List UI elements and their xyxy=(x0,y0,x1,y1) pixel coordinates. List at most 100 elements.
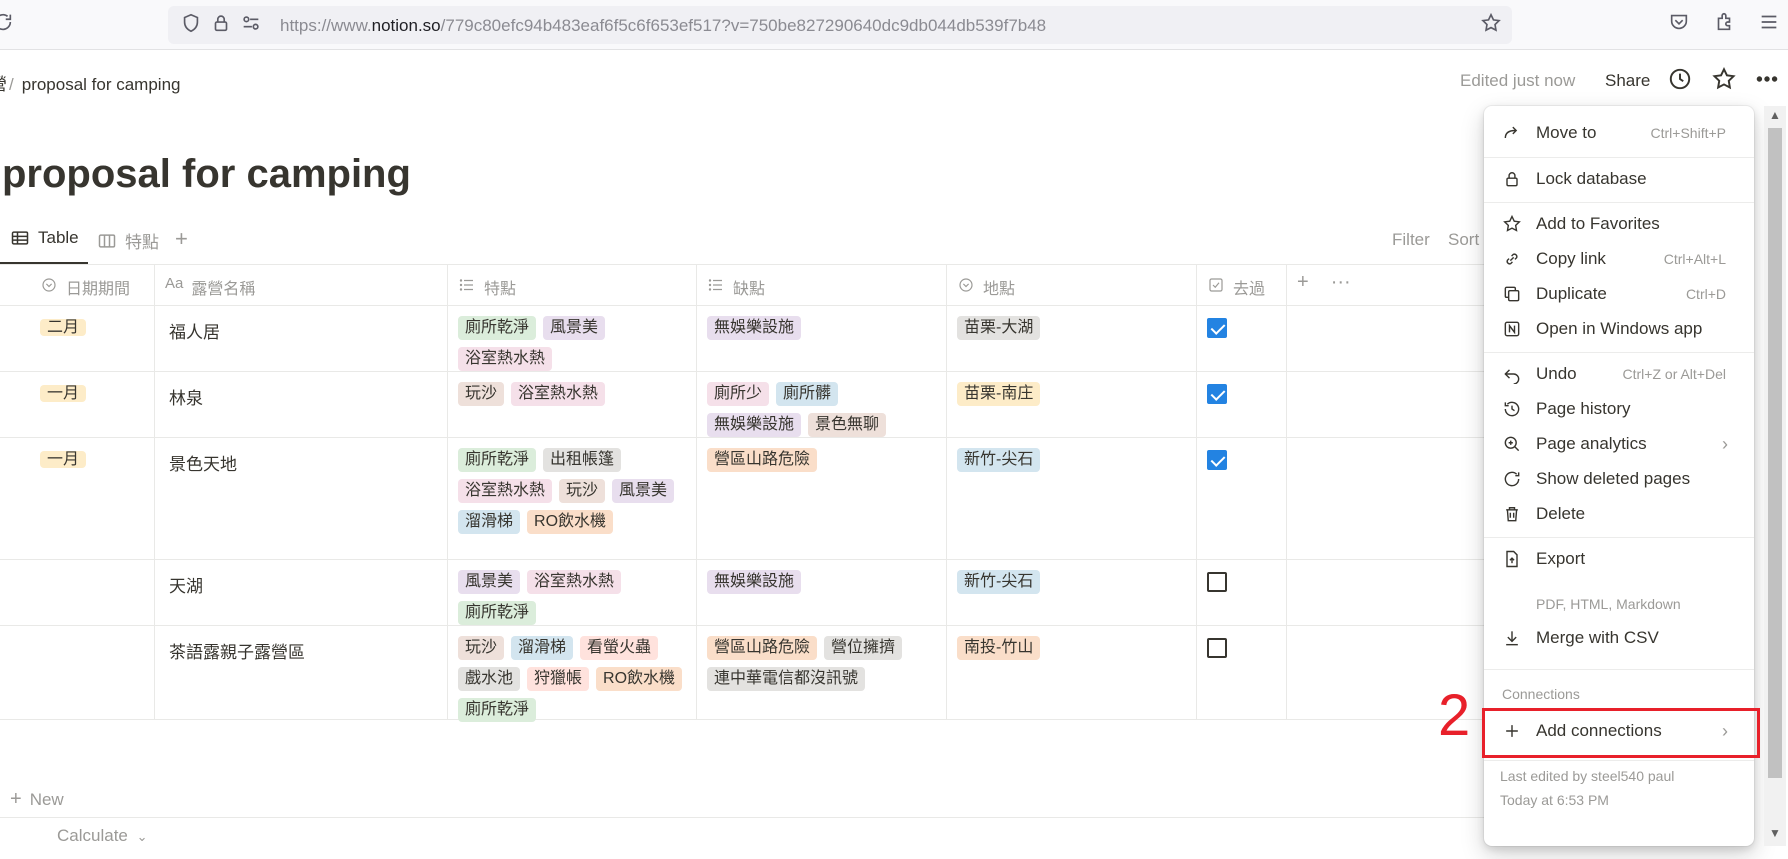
menu-item-page-analytics[interactable]: Page analytics › xyxy=(1484,427,1754,461)
cell-name[interactable]: 天湖 xyxy=(155,560,448,625)
scroll-down-arrow[interactable]: ▼ xyxy=(1769,826,1781,840)
checkbox-checked[interactable] xyxy=(1207,384,1227,404)
camp-name[interactable]: 林泉 xyxy=(165,382,439,409)
new-row-label: New xyxy=(29,790,64,809)
features-tags: 玩沙 溜滑梯 看螢火蟲 戲水池 狩獵帳 RO飲水機 廁所乾淨 xyxy=(458,636,688,722)
tracking-shield-icon[interactable] xyxy=(178,12,204,38)
updates-clock-icon[interactable] xyxy=(1667,66,1695,94)
chevron-down-icon: ⌄ xyxy=(136,829,148,844)
menu-item-open-in-windows-app[interactable]: Open in Windows app xyxy=(1484,312,1754,346)
cell-visited[interactable] xyxy=(1197,306,1287,371)
cons-tag: 廁所少 xyxy=(707,382,770,406)
view-tab-board[interactable]: 特點 xyxy=(97,228,159,253)
menu-item-undo[interactable]: Undo Ctrl+Z or Alt+Del xyxy=(1484,357,1754,391)
menu-item-export[interactable]: Export xyxy=(1484,542,1754,576)
cell-visited[interactable] xyxy=(1197,560,1287,625)
table-row[interactable]: 一月 林泉 玩沙 浴室熱水熱 廁所少 廁所髒 無娛樂設施 景色無聊 苗栗-南庄 xyxy=(0,372,1490,438)
pocket-icon[interactable] xyxy=(1666,11,1692,37)
sort-button[interactable]: Sort xyxy=(1448,230,1479,250)
checkbox-unchecked[interactable] xyxy=(1207,572,1227,592)
menu-item-merge-with-csv[interactable]: Merge with CSV xyxy=(1484,621,1754,655)
scrollbar-thumb[interactable] xyxy=(1768,128,1782,778)
calculate-button[interactable]: Calculate ⌄ xyxy=(57,826,148,846)
menu-item-lock-database[interactable]: Lock database xyxy=(1484,162,1754,196)
reload-icon[interactable] xyxy=(0,11,16,37)
cell-location[interactable]: 南投-竹山 xyxy=(947,626,1197,719)
table-row[interactable]: 天湖 風景美 浴室熱水熱 廁所乾淨 無娛樂設施 新竹-尖石 xyxy=(0,560,1490,626)
cell-location[interactable]: 苗栗-大湖 xyxy=(947,306,1197,371)
cell-date[interactable] xyxy=(0,626,155,719)
menu-item-page-history[interactable]: Page history xyxy=(1484,392,1754,426)
table-row[interactable]: 一月 景色天地 廁所乾淨 出租帳篷 浴室熱水熱 玩沙 風景美 溜滑梯 RO飲水機 營區山路危險 新竹… xyxy=(0,438,1490,560)
column-header-date[interactable]: 日期期間 xyxy=(0,265,155,306)
cell-cons[interactable]: 營區山路危險 營位擁擠 連中華電信都沒訊號 xyxy=(697,626,947,719)
favorite-star-icon[interactable] xyxy=(1711,66,1739,94)
cell-visited[interactable] xyxy=(1197,438,1287,559)
camp-name[interactable]: 茶語露親子露營區 xyxy=(165,636,439,663)
menu-divider xyxy=(1484,202,1754,203)
cell-name[interactable]: 福人居 xyxy=(155,306,448,371)
menu-item-show-deleted-pages[interactable]: Show deleted pages xyxy=(1484,462,1754,496)
more-properties-button[interactable]: ··· xyxy=(1331,271,1351,294)
cell-features[interactable]: 廁所乾淨 出租帳篷 浴室熱水熱 玩沙 風景美 溜滑梯 RO飲水機 xyxy=(448,438,697,559)
cell-date[interactable]: 一月 xyxy=(0,372,155,437)
cell-cons[interactable]: 廁所少 廁所髒 無娛樂設施 景色無聊 xyxy=(697,372,947,437)
cell-name[interactable]: 景色天地 xyxy=(155,438,448,559)
add-view-button[interactable]: + xyxy=(175,226,188,252)
column-header-location[interactable]: 地點 xyxy=(947,265,1197,306)
camp-name[interactable]: 天湖 xyxy=(165,570,439,597)
filter-button[interactable]: Filter xyxy=(1392,230,1430,250)
cell-cons[interactable]: 無娛樂設施 xyxy=(697,560,947,625)
menu-item-add-to-favorites[interactable]: Add to Favorites xyxy=(1484,207,1754,241)
cell-location[interactable]: 新竹-尖石 xyxy=(947,560,1197,625)
checkbox-checked[interactable] xyxy=(1207,318,1227,338)
menu-item-move-to[interactable]: Move to Ctrl+Shift+P xyxy=(1484,116,1754,150)
cell-visited[interactable] xyxy=(1197,372,1287,437)
menu-scrollbar[interactable]: ▲ ▼ xyxy=(1764,106,1786,846)
extensions-icon[interactable] xyxy=(1711,11,1737,37)
cell-name[interactable]: 林泉 xyxy=(155,372,448,437)
scroll-up-arrow[interactable]: ▲ xyxy=(1769,108,1781,122)
cell-visited[interactable] xyxy=(1197,626,1287,719)
column-header-visited[interactable]: 去過 xyxy=(1197,265,1287,306)
breadcrumb-current-page[interactable]: proposal for camping xyxy=(22,75,181,94)
cell-date[interactable] xyxy=(0,560,155,625)
menu-item-delete[interactable]: Delete xyxy=(1484,497,1754,531)
camp-name[interactable]: 景色天地 xyxy=(165,448,439,475)
cell-features[interactable]: 風景美 浴室熱水熱 廁所乾淨 xyxy=(448,560,697,625)
camp-name[interactable]: 福人居 xyxy=(165,316,439,343)
column-header-cons[interactable]: 缺點 xyxy=(697,265,947,306)
cell-date[interactable]: 一月 xyxy=(0,438,155,559)
new-row-button[interactable]: + New xyxy=(0,776,1490,818)
cell-cons[interactable]: 營區山路危險 xyxy=(697,438,947,559)
breadcrumb-parent[interactable]: 營 xyxy=(0,75,7,94)
checkbox-unchecked[interactable] xyxy=(1207,638,1227,658)
column-header-features[interactable]: 特點 xyxy=(448,265,697,306)
page-title[interactable]: proposal for camping xyxy=(2,152,411,197)
address-bar[interactable]: https://www.notion.so/779c80efc94b483eaf… xyxy=(168,6,1512,44)
url-text[interactable]: https://www.notion.so/779c80efc94b483eaf… xyxy=(280,16,1046,36)
app-menu-icon[interactable] xyxy=(1756,11,1782,37)
menu-item-copy-link[interactable]: Copy link Ctrl+Alt+L xyxy=(1484,242,1754,276)
column-header-name[interactable]: Aa 露營名稱 xyxy=(155,265,448,306)
cell-location[interactable]: 苗栗-南庄 xyxy=(947,372,1197,437)
bookmark-star-icon[interactable] xyxy=(1478,12,1504,38)
features-tag: 浴室熱水熱 xyxy=(458,479,553,503)
table-row[interactable]: 二月 福人居 廁所乾淨 風景美 浴室熱水熱 無娛樂設施 苗栗-大湖 xyxy=(0,306,1490,372)
lock-icon[interactable] xyxy=(208,12,234,38)
cell-cons[interactable]: 無娛樂設施 xyxy=(697,306,947,371)
cell-features[interactable]: 廁所乾淨 風景美 浴室熱水熱 xyxy=(448,306,697,371)
share-button[interactable]: Share xyxy=(1605,71,1650,91)
checkbox-checked[interactable] xyxy=(1207,450,1227,470)
cell-features[interactable]: 玩沙 浴室熱水熱 xyxy=(448,372,697,437)
cell-date[interactable]: 二月 xyxy=(0,306,155,371)
menu-item-duplicate[interactable]: Duplicate Ctrl+D xyxy=(1484,277,1754,311)
add-property-button[interactable]: + xyxy=(1297,271,1309,294)
cell-name[interactable]: 茶語露親子露營區 xyxy=(155,626,448,719)
cell-features[interactable]: 玩沙 溜滑梯 看螢火蟲 戲水池 狩獵帳 RO飲水機 廁所乾淨 xyxy=(448,626,697,722)
more-options-icon[interactable] xyxy=(1754,66,1782,94)
cell-location[interactable]: 新竹-尖石 xyxy=(947,438,1197,559)
permissions-icon[interactable] xyxy=(238,12,264,38)
view-tab-table[interactable]: Table xyxy=(10,228,79,248)
table-row[interactable]: 茶語露親子露營區 玩沙 溜滑梯 看螢火蟲 戲水池 狩獵帳 RO飲水機 廁所乾淨 營區山路危險 營位… xyxy=(0,626,1490,722)
